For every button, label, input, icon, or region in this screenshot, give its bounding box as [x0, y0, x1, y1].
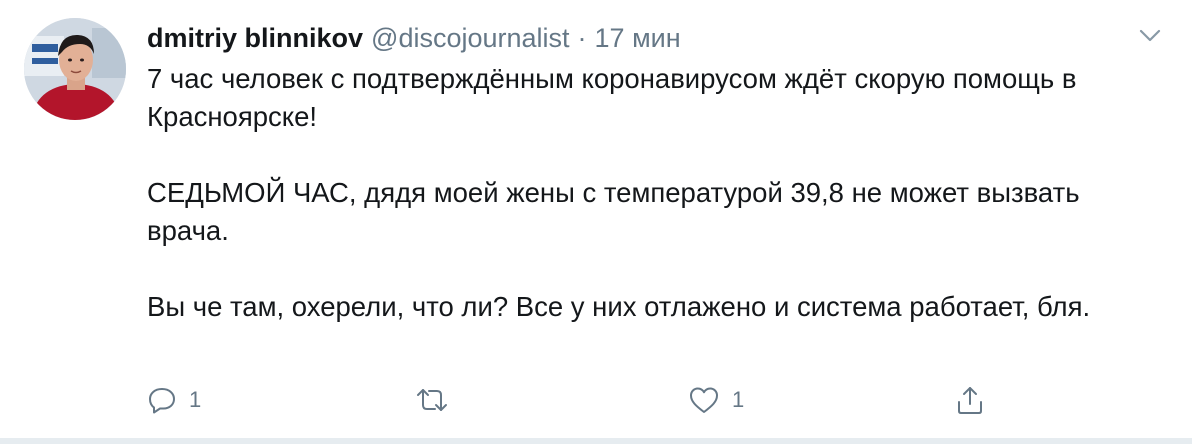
like-button[interactable]: 1	[688, 378, 744, 422]
author-name[interactable]: dmitriy blinnikov	[147, 20, 363, 56]
tweet-actions: 1 1	[147, 378, 1007, 422]
avatar[interactable]	[24, 18, 126, 120]
tweet-card[interactable]: dmitriy blinnikov @discojournalist · 17 …	[0, 0, 1192, 444]
like-count: 1	[732, 387, 745, 412]
separator-dot: ·	[577, 23, 587, 53]
tweet-paragraph: Вы че там, охерели, что ли? Все у них от…	[147, 291, 1091, 322]
bottom-divider	[0, 438, 1192, 444]
heart-icon	[690, 387, 718, 413]
chevron-down-icon	[1139, 29, 1161, 42]
avatar-image	[24, 18, 126, 120]
reply-button[interactable]: 1	[147, 378, 201, 422]
reply-icon	[149, 388, 175, 414]
tweet-timestamp[interactable]: 17 мин	[595, 20, 681, 56]
share-button[interactable]	[955, 378, 985, 422]
tweet-text: 7 час человек с подтверждённым коронавир…	[147, 60, 1157, 326]
tweet-header: dmitriy blinnikov @discojournalist · 17 …	[147, 20, 681, 56]
tweet-paragraph: 7 час человек с подтверждённым коронавир…	[147, 63, 1077, 132]
author-handle[interactable]: @discojournalist	[371, 20, 570, 56]
share-icon	[958, 387, 982, 414]
retweet-button[interactable]	[415, 378, 461, 422]
more-options-button[interactable]	[1136, 22, 1164, 50]
tweet-paragraph: СЕДЬМОЙ ЧАС, дядя моей жены с температур…	[147, 177, 1080, 246]
retweet-icon	[417, 389, 447, 411]
reply-count: 1	[189, 387, 202, 412]
